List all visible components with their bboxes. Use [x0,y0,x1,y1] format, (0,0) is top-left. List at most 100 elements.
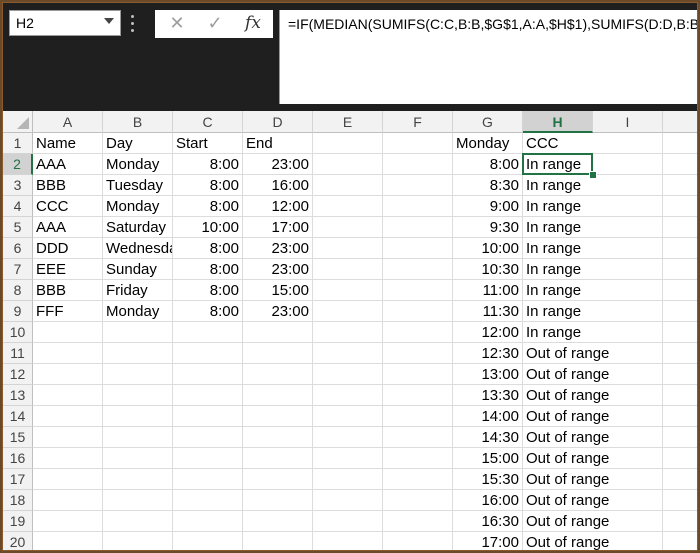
cell-b18[interactable] [103,490,173,511]
cell-f5[interactable] [383,217,453,238]
cell-filler[interactable] [663,217,697,238]
cell-a12[interactable] [33,364,103,385]
cell-c1[interactable]: Start [173,133,243,154]
select-all-button[interactable] [3,111,33,133]
chevron-down-icon[interactable] [104,18,114,24]
cell-f2[interactable] [383,154,453,175]
cell-a19[interactable] [33,511,103,532]
cell-filler[interactable] [663,469,697,490]
cell-i6[interactable] [593,238,663,259]
cell-d8[interactable]: 15:00 [243,280,313,301]
cell-i3[interactable] [593,175,663,196]
cell-c2[interactable]: 8:00 [173,154,243,175]
cell-a16[interactable] [33,448,103,469]
cell-i18[interactable] [593,490,663,511]
cell-a13[interactable] [33,385,103,406]
cell-b14[interactable] [103,406,173,427]
cell-e6[interactable] [313,238,383,259]
cell-c7[interactable]: 8:00 [173,259,243,280]
cell-d7[interactable]: 23:00 [243,259,313,280]
cell-d1[interactable]: End [243,133,313,154]
cell-e9[interactable] [313,301,383,322]
cell-g20[interactable]: 17:00 [453,532,523,550]
cell-b2[interactable]: Monday [103,154,173,175]
cell-h17[interactable]: Out of range [523,469,609,490]
cell-i14[interactable] [593,406,663,427]
cell-i13[interactable] [593,385,663,406]
cell-c5[interactable]: 10:00 [173,217,243,238]
cell-h3[interactable]: In range [523,175,593,196]
cell-filler[interactable] [663,385,697,406]
row-header-7[interactable]: 7 [3,259,33,280]
cell-filler[interactable] [663,154,697,175]
cell-a2[interactable]: AAA [33,154,103,175]
cell-e3[interactable] [313,175,383,196]
cell-i9[interactable] [593,301,663,322]
cell-filler[interactable] [663,175,697,196]
row-header-8[interactable]: 8 [3,280,33,301]
column-header-d[interactable]: D [243,111,313,133]
cell-b15[interactable] [103,427,173,448]
cell-i15[interactable] [593,427,663,448]
cell-filler[interactable] [663,301,697,322]
cell-a18[interactable] [33,490,103,511]
cell-filler[interactable] [663,448,697,469]
cell-e13[interactable] [313,385,383,406]
cell-b1[interactable]: Day [103,133,173,154]
close-icon[interactable]: ✕ [165,13,189,34]
cell-a17[interactable] [33,469,103,490]
row-header-4[interactable]: 4 [3,196,33,217]
row-header-12[interactable]: 12 [3,364,33,385]
cell-i4[interactable] [593,196,663,217]
column-header-h[interactable]: H [523,111,593,133]
cell-h1[interactable]: CCC [523,133,593,154]
cell-d5[interactable]: 17:00 [243,217,313,238]
function-icon[interactable]: fx [241,13,265,33]
row-header-15[interactable]: 15 [3,427,33,448]
cell-f10[interactable] [383,322,453,343]
cell-filler[interactable] [663,196,697,217]
cell-d16[interactable] [243,448,313,469]
cell-b11[interactable] [103,343,173,364]
cell-a11[interactable] [33,343,103,364]
cell-g2[interactable]: 8:00 [453,154,523,175]
cell-filler[interactable] [663,406,697,427]
row-header-11[interactable]: 11 [3,343,33,364]
cell-e10[interactable] [313,322,383,343]
cell-h15[interactable]: Out of range [523,427,609,448]
cell-i11[interactable] [593,343,663,364]
cell-filler[interactable] [663,322,697,343]
cell-a20[interactable] [33,532,103,550]
cell-h8[interactable]: In range [523,280,593,301]
cell-b3[interactable]: Tuesday [103,175,173,196]
cell-d14[interactable] [243,406,313,427]
cell-f4[interactable] [383,196,453,217]
cell-c13[interactable] [173,385,243,406]
cell-b12[interactable] [103,364,173,385]
cell-h12[interactable]: Out of range [523,364,609,385]
cell-h2[interactable]: In range [523,154,593,175]
cell-f19[interactable] [383,511,453,532]
cell-e18[interactable] [313,490,383,511]
cell-i10[interactable] [593,322,663,343]
cell-g11[interactable]: 12:30 [453,343,523,364]
cell-d19[interactable] [243,511,313,532]
cell-i8[interactable] [593,280,663,301]
cell-g19[interactable]: 16:30 [453,511,523,532]
cell-i20[interactable] [593,532,663,550]
column-header-e[interactable]: E [313,111,383,133]
cell-i1[interactable] [593,133,663,154]
column-header-a[interactable]: A [33,111,103,133]
row-header-16[interactable]: 16 [3,448,33,469]
check-icon[interactable]: ✓ [203,13,227,34]
cell-i12[interactable] [593,364,663,385]
cell-h16[interactable]: Out of range [523,448,609,469]
cell-filler[interactable] [663,511,697,532]
cell-f20[interactable] [383,532,453,550]
cell-a15[interactable] [33,427,103,448]
cell-f17[interactable] [383,469,453,490]
cell-b8[interactable]: Friday [103,280,173,301]
cell-b6[interactable]: Wednesday [103,238,173,259]
cell-c6[interactable]: 8:00 [173,238,243,259]
cell-h7[interactable]: In range [523,259,593,280]
